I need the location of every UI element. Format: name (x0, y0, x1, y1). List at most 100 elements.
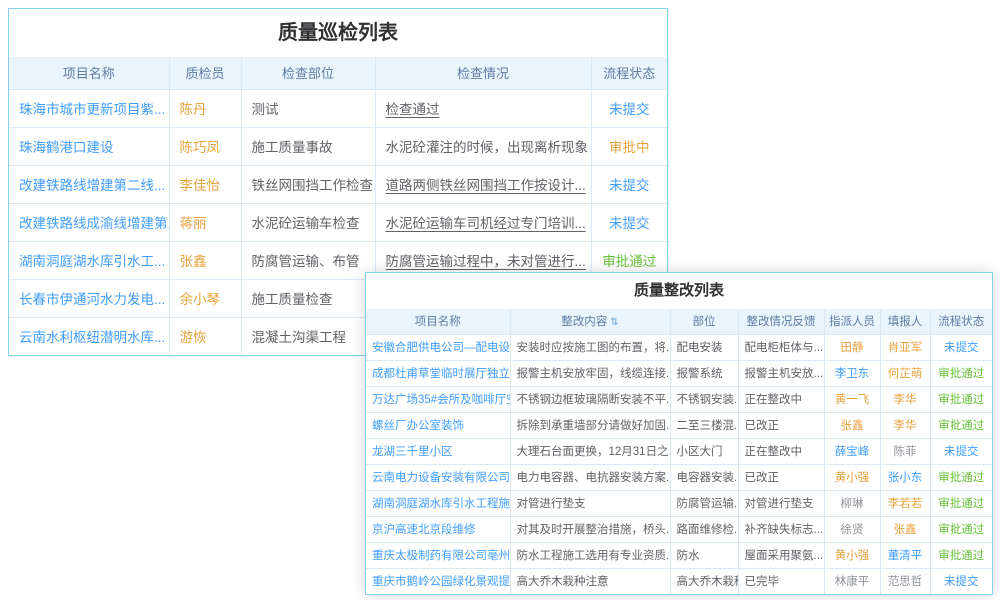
rectify-part: 路面维修检... (670, 516, 738, 542)
table-row: 万达广场35#会所及咖啡厅空... 不锈钢边框玻璃隔断安装不平... 不锈钢安装… (366, 386, 992, 412)
table-row: 重庆市鹅岭公园绿化景观提升... 高大乔木栽种注意 高大乔木栽种 已完毕 林康平… (366, 568, 992, 594)
rectify-feedback: 已完毕 (738, 568, 824, 594)
status-badge: 审批通过 (930, 490, 992, 516)
reporter-name: 何芷萌 (880, 360, 930, 386)
project-link[interactable]: 螺丝厂办公室装饰 (366, 412, 510, 438)
rectify-content: 拆除到承重墙部分请做好加固... (510, 412, 670, 438)
rectification-panel: 质量整改列表 项目名称 整改内容⇅ 部位 整改情况反馈 指派人员 填报人 流程状… (365, 272, 993, 595)
rectify-content: 安装时应按施工图的布置，将... (510, 334, 670, 360)
table-row: 云南电力设备安装有限公司20... 电力电容器、电抗器安装方案... 电容器安装… (366, 464, 992, 490)
project-link[interactable]: 云南水利枢纽潜明水库... (9, 317, 169, 355)
inspection-part: 水泥砼运输车检查 (241, 203, 375, 241)
rectify-feedback: 已改正 (738, 412, 824, 438)
rectify-part: 电容器安装... (670, 464, 738, 490)
status-badge: 审批中 (591, 127, 667, 165)
assignee-name: 黄一飞 (824, 386, 880, 412)
rectify-feedback: 正在整改中 (738, 386, 824, 412)
reporter-name: 肖亚军 (880, 334, 930, 360)
assignee-name: 黄小强 (824, 542, 880, 568)
reporter-name: 董清平 (880, 542, 930, 568)
assignee-name: 李卫东 (824, 360, 880, 386)
reporter-name: 张小东 (880, 464, 930, 490)
rectify-part: 高大乔木栽种 (670, 568, 738, 594)
inspector-name: 游恢 (169, 317, 241, 355)
rectify-feedback: 报警主机安放... (738, 360, 824, 386)
project-link[interactable]: 云南电力设备安装有限公司20... (366, 464, 510, 490)
table-row: 湖南洞庭湖水库引水工程施工1标 对管进行垫支 防腐管运输... 对管进行垫支 柳… (366, 490, 992, 516)
project-link[interactable]: 湖南洞庭湖水库引水工程施工1标 (366, 490, 510, 516)
col-header-content-label: 整改内容 (561, 316, 607, 328)
col-header-reporter: 填报人 (880, 309, 930, 334)
rectify-part: 二至三楼混... (670, 412, 738, 438)
project-link[interactable]: 万达广场35#会所及咖啡厅空... (366, 386, 510, 412)
sort-icon[interactable]: ⇅ (610, 317, 618, 328)
rectify-content: 大理石台面更换，12月31日之... (510, 438, 670, 464)
status-badge: 未提交 (591, 89, 667, 127)
assignee-name: 林康平 (824, 568, 880, 594)
inspection-part: 施工质量检查 (241, 279, 375, 317)
rectify-part: 防腐管运输... (670, 490, 738, 516)
col-header-status: 流程状态 (930, 309, 992, 334)
rectification-panel-title: 质量整改列表 (366, 273, 992, 309)
status-badge: 审批通过 (930, 386, 992, 412)
inspector-name: 陈丹 (169, 89, 241, 127)
col-header-assignee: 指派人员 (824, 309, 880, 334)
rectify-feedback: 正在整改中 (738, 438, 824, 464)
status-badge: 审批通过 (930, 464, 992, 490)
assignee-name: 张鑫 (824, 412, 880, 438)
rectify-feedback: 补齐缺失标志... (738, 516, 824, 542)
rectify-part: 小区大门 (670, 438, 738, 464)
project-link[interactable]: 龙湖三千里小区 (366, 438, 510, 464)
project-link[interactable]: 成都杜甫草堂临时展厅独立展... (366, 360, 510, 386)
col-header-feedback: 整改情况反馈 (738, 309, 824, 334)
inspector-name: 张鑫 (169, 241, 241, 279)
inspection-part: 测试 (241, 89, 375, 127)
project-link[interactable]: 珠海市城市更新项目紫... (9, 89, 169, 127)
table-row: 螺丝厂办公室装饰 拆除到承重墙部分请做好加固... 二至三楼混... 已改正 张… (366, 412, 992, 438)
table-row: 珠海市城市更新项目紫... 陈丹 测试 检查通过 未提交 (9, 89, 667, 127)
table-row: 京沪高速北京段维修 对其及时开展整治措施，桥头... 路面维修检... 补齐缺失… (366, 516, 992, 542)
project-link[interactable]: 重庆太极制药有限公司亳州中... (366, 542, 510, 568)
project-link[interactable]: 长春市伊通河水力发电... (9, 279, 169, 317)
col-header-content: 整改内容⇅ (510, 309, 670, 334)
inspection-header-row: 项目名称 质检员 检查部位 检查情况 流程状态 (9, 57, 667, 89)
assignee-name: 柳琳 (824, 490, 880, 516)
project-link[interactable]: 湖南洞庭湖水库引水工... (9, 241, 169, 279)
table-row: 安徽合肥供电公司—配电设备... 安装时应按施工图的布置，将... 配电安装 配… (366, 334, 992, 360)
col-header-situation: 检查情况 (375, 57, 591, 89)
rectify-feedback: 配电柜柜体与... (738, 334, 824, 360)
assignee-name: 黄小强 (824, 464, 880, 490)
rectify-content: 对管进行垫支 (510, 490, 670, 516)
table-row: 珠海鹤港口建设 陈巧凤 施工质量事故 水泥砼灌注的时候，出现离析现象 审批中 (9, 127, 667, 165)
reporter-name: 范思哲 (880, 568, 930, 594)
project-link[interactable]: 安徽合肥供电公司—配电设备... (366, 334, 510, 360)
rectify-part: 不锈钢安装... (670, 386, 738, 412)
rectify-content: 电力电容器、电抗器安装方案... (510, 464, 670, 490)
inspection-situation: 检查通过 (375, 89, 591, 127)
rectify-content: 对其及时开展整治措施，桥头... (510, 516, 670, 542)
rectify-content: 不锈钢边框玻璃隔断安装不平... (510, 386, 670, 412)
col-header-status: 流程状态 (591, 57, 667, 89)
table-row: 龙湖三千里小区 大理石台面更换，12月31日之... 小区大门 正在整改中 薛宝… (366, 438, 992, 464)
reporter-name: 张鑫 (880, 516, 930, 542)
status-badge: 审批通过 (930, 360, 992, 386)
rectify-content: 高大乔木栽种注意 (510, 568, 670, 594)
status-badge: 未提交 (930, 568, 992, 594)
status-badge: 审批通过 (930, 542, 992, 568)
rectify-feedback: 对管进行垫支 (738, 490, 824, 516)
assignee-name: 田静 (824, 334, 880, 360)
rectify-content: 报警主机安放牢固，线缆连接... (510, 360, 670, 386)
project-link[interactable]: 改建铁路线成渝线增建第... (9, 203, 169, 241)
rectify-feedback: 屋面采用聚氨... (738, 542, 824, 568)
project-link[interactable]: 珠海鹤港口建设 (9, 127, 169, 165)
inspection-situation: 水泥砼运输车司机经过专门培训... (375, 203, 591, 241)
project-link[interactable]: 京沪高速北京段维修 (366, 516, 510, 542)
reporter-name: 李华 (880, 386, 930, 412)
table-row: 改建铁路线增建第二线... 李佳怡 铁丝网围挡工作检查 道路两侧铁丝网围挡工作按… (9, 165, 667, 203)
col-header-project: 项目名称 (366, 309, 510, 334)
project-link[interactable]: 重庆市鹅岭公园绿化景观提升... (366, 568, 510, 594)
status-badge: 未提交 (591, 165, 667, 203)
project-link[interactable]: 改建铁路线增建第二线... (9, 165, 169, 203)
status-badge: 未提交 (591, 203, 667, 241)
inspector-name: 蒋丽 (169, 203, 241, 241)
